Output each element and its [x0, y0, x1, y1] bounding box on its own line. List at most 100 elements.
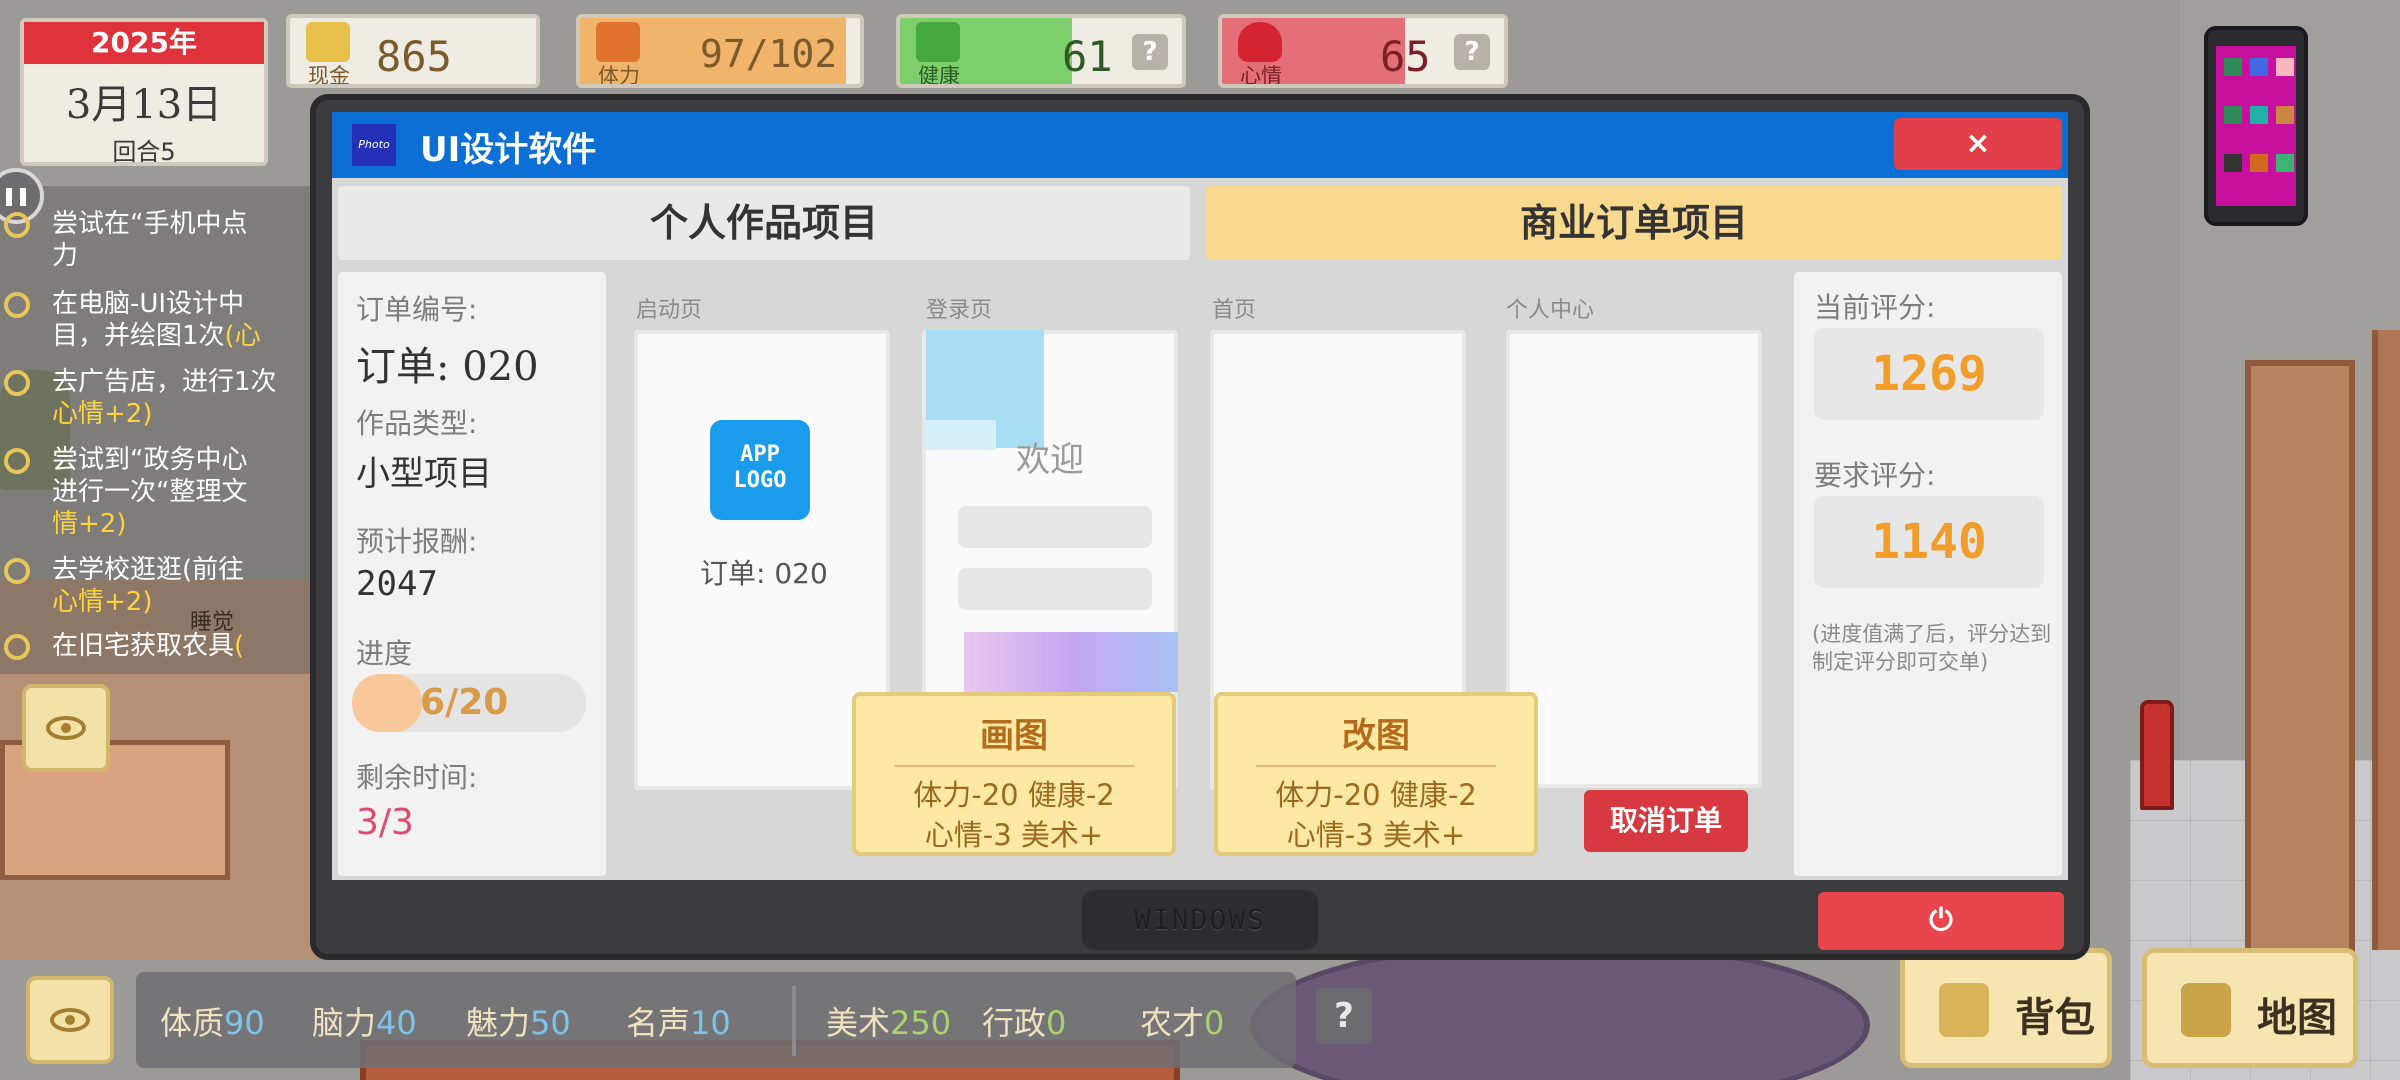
progress-value: 6/20	[420, 682, 509, 723]
health-cross-icon	[916, 22, 960, 62]
quest-item[interactable]: 去广告店，进行1次 心情+2)	[4, 366, 322, 430]
map-icon	[2181, 983, 2231, 1037]
year-label: 2025年	[24, 22, 264, 64]
work-type-label: 作品类型:	[356, 407, 478, 440]
side-door	[2372, 330, 2400, 950]
view-toggle-button[interactable]	[22, 684, 110, 772]
divider	[1256, 765, 1496, 767]
date-card: 2025年 3月13日 回合5	[20, 18, 268, 166]
quest-circle-icon	[4, 558, 30, 584]
mood-value: 65	[1380, 32, 1431, 81]
remaining-time: 3/3	[356, 802, 414, 843]
attr-brain: 脑力40	[312, 1004, 417, 1042]
cash-label: 现金	[308, 64, 350, 88]
attr-fame: 名声10	[626, 1004, 731, 1042]
splash-order-label: 订单: 020	[700, 557, 828, 590]
close-button[interactable]: ×	[1894, 118, 2062, 170]
tab-personal-projects[interactable]: 个人作品项目	[338, 186, 1190, 260]
profile-page-label: 个人中心	[1506, 298, 1595, 323]
bag-button[interactable]: 背包	[1900, 948, 2112, 1068]
health-help-button[interactable]: ?	[1132, 34, 1168, 70]
cancel-order-button[interactable]: 取消订单	[1584, 790, 1748, 852]
reward-value: 2047	[356, 564, 438, 604]
splash-page-label: 启动页	[636, 298, 703, 323]
profile-page-card[interactable]	[1506, 330, 1762, 788]
photo-app-icon: Photo	[352, 124, 396, 166]
quest-item[interactable]: 去学校逛逛(前往 心情+2)	[4, 554, 322, 618]
required-score: 1140	[1814, 496, 2044, 588]
current-score: 1269	[1814, 328, 2044, 420]
door[interactable]	[2245, 360, 2355, 960]
divider	[894, 765, 1134, 767]
stamina-stat: 体力 97/102	[576, 14, 864, 88]
mood-help-button[interactable]: ?	[1454, 34, 1490, 70]
order-number: 订单: 020	[356, 344, 539, 390]
lightning-icon	[596, 22, 640, 62]
login-gradient	[964, 632, 1178, 692]
attr-constitution: 体质90	[160, 1004, 265, 1042]
health-stat: 健康 61 ?	[896, 14, 1186, 88]
phone-screen	[2216, 46, 2296, 206]
cash-value: 865	[376, 32, 452, 81]
order-number-label: 订单编号:	[356, 293, 478, 326]
quest-circle-icon	[4, 292, 30, 318]
windows-taskbar-label: WINDOWS	[1082, 890, 1318, 950]
eye-icon	[46, 716, 86, 740]
health-label: 健康	[918, 64, 960, 88]
cash-stat: 现金 865	[286, 14, 540, 88]
map-button[interactable]: 地图	[2142, 948, 2358, 1068]
current-score-label: 当前评分:	[1814, 291, 1936, 324]
welcome-text: 欢迎	[1016, 440, 1084, 480]
attributes-bar: 体质90 脑力40 魅力50 名声10 美术250 行政0 农才0	[136, 972, 1296, 1068]
progress-label: 进度	[356, 637, 413, 670]
draw-button[interactable]: 画图 体力-20 健康-2 心情-3 美术+	[852, 692, 1176, 856]
quest-item[interactable]: 在旧宅获取农具(	[4, 630, 322, 662]
map-label: 地图	[2257, 995, 2337, 1041]
phone-button[interactable]	[2204, 26, 2308, 226]
required-score-label: 要求评分:	[1814, 459, 1936, 492]
divider	[792, 986, 796, 1056]
progress-fill	[352, 674, 423, 732]
reward-label: 预计报酬:	[356, 525, 478, 558]
revise-button[interactable]: 改图 体力-20 健康-2 心情-3 美术+	[1214, 692, 1538, 856]
login-decoration	[926, 420, 996, 450]
sleep-label[interactable]: 睡觉	[190, 604, 234, 636]
backpack-icon	[1939, 983, 1989, 1037]
quest-circle-icon	[4, 634, 30, 660]
quest-item[interactable]: 在电脑-UI设计中 目，并绘图1次(心	[4, 288, 322, 352]
attributes-help-button[interactable]: ?	[1316, 988, 1372, 1044]
mood-label: 心情	[1240, 64, 1282, 88]
quest-circle-icon	[4, 212, 30, 238]
attr-farming: 农才0	[1140, 1004, 1225, 1042]
home-page-label: 首页	[1212, 298, 1257, 323]
date-label: 3月13日	[65, 82, 223, 128]
login-page-label: 登录页	[926, 298, 993, 323]
attr-charm: 魅力50	[466, 1004, 571, 1042]
tab-business-orders[interactable]: 商业订单项目	[1206, 186, 2062, 260]
attributes-eye-button[interactable]	[26, 976, 114, 1064]
quest-item[interactable]: 尝试到“政务中心 进行一次“整理文 情+2)	[4, 444, 322, 540]
attr-admin: 行政0	[982, 1004, 1067, 1042]
login-input-placeholder	[958, 568, 1152, 610]
round-label: 回合5	[112, 138, 176, 166]
mood-stat: 心情 65 ?	[1218, 14, 1508, 88]
app-logo: APP LOGO	[710, 420, 810, 520]
stamina-value: 97/102	[700, 32, 838, 76]
heart-icon	[1238, 22, 1282, 62]
coin-icon	[306, 22, 350, 62]
eye-icon	[50, 1008, 90, 1032]
quest-item[interactable]: 尝试在“手机中点 力	[4, 208, 322, 272]
attr-art: 美术250	[826, 1004, 952, 1042]
quest-circle-icon	[4, 370, 30, 396]
score-note: (进度值满了后，评分达到制定评分即可交单)	[1812, 622, 2052, 674]
fire-extinguisher	[2140, 700, 2174, 810]
stamina-label: 体力	[598, 64, 640, 88]
window-title: UI设计软件	[420, 130, 597, 170]
quest-circle-icon	[4, 448, 30, 474]
login-input-placeholder	[958, 506, 1152, 548]
health-value: 61	[1062, 32, 1113, 81]
work-type: 小型项目	[356, 454, 492, 494]
remaining-time-label: 剩余时间:	[356, 761, 478, 794]
bag-label: 背包	[2015, 995, 2095, 1041]
power-button[interactable]: ⏻	[1818, 892, 2064, 950]
